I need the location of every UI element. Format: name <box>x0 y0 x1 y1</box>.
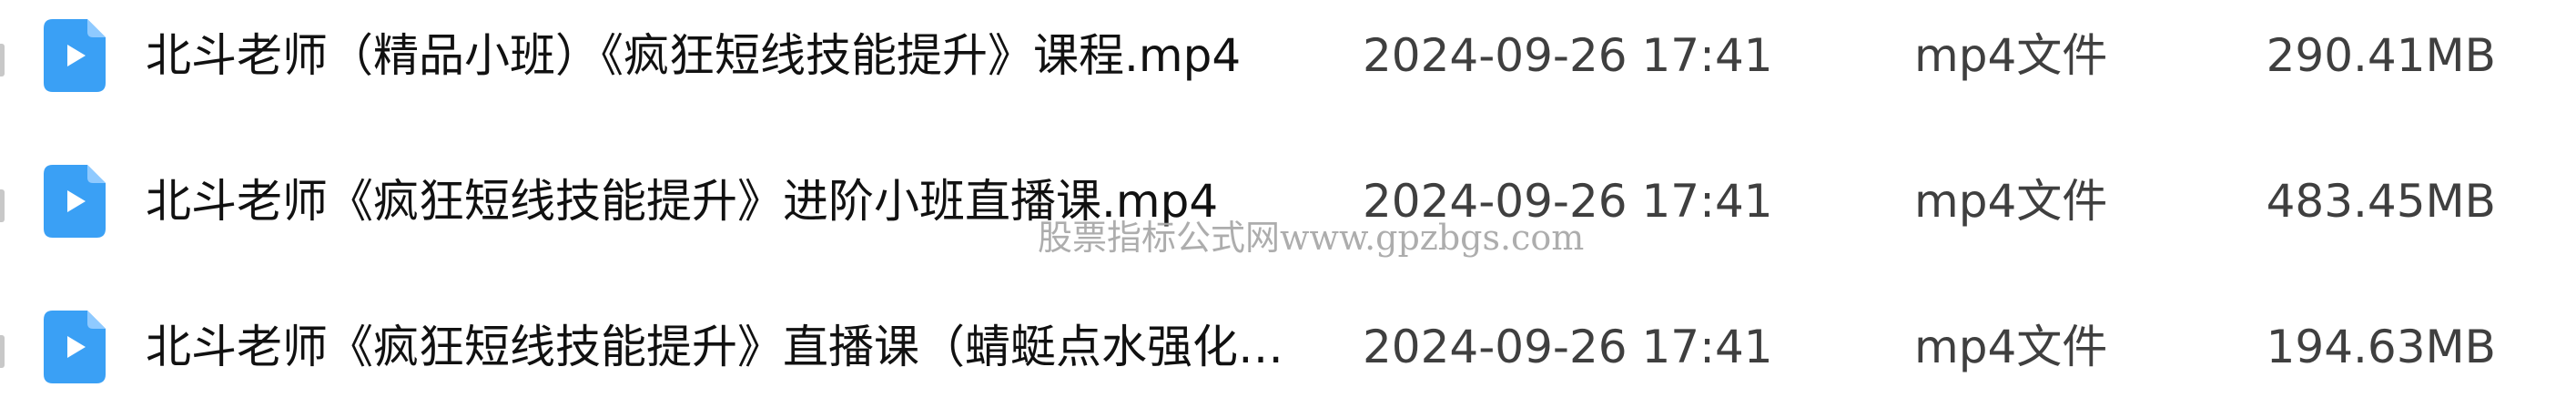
video-file-icon <box>44 165 106 238</box>
file-size: 483.45MB <box>2266 175 2496 228</box>
file-name[interactable]: 北斗老师（精品小班）《疯狂短线技能提升》课程.mp4 <box>146 27 1293 84</box>
file-type: mp4文件 <box>1914 175 2108 228</box>
file-type: mp4文件 <box>1914 321 2108 373</box>
file-row[interactable]: 北斗老师《疯狂短线技能提升》直播课（蜻蜓点水强化）.... 2024-09-26… <box>0 296 2576 405</box>
row-checkbox-edge[interactable] <box>0 189 5 222</box>
row-checkbox-edge[interactable] <box>0 335 5 368</box>
file-size: 194.63MB <box>2266 321 2496 373</box>
file-list: 北斗老师（精品小班）《疯狂短线技能提升》课程.mp4 2024-09-26 17… <box>0 0 2576 418</box>
file-type: mp4文件 <box>1914 29 2108 82</box>
file-modified-date: 2024-09-26 17:41 <box>1363 321 1773 373</box>
file-size: 290.41MB <box>2266 29 2496 82</box>
file-modified-date: 2024-09-26 17:41 <box>1363 29 1773 82</box>
video-file-icon <box>44 311 106 383</box>
file-name[interactable]: 北斗老师《疯狂短线技能提升》直播课（蜻蜓点水强化）.... <box>146 319 1293 375</box>
file-row[interactable]: 北斗老师（精品小班）《疯狂短线技能提升》课程.mp4 2024-09-26 17… <box>0 5 2576 114</box>
video-file-icon <box>44 19 106 92</box>
watermark-text: 股票指标公式网www.gpzbgs.com <box>1038 218 1585 258</box>
row-checkbox-edge[interactable] <box>0 44 5 76</box>
